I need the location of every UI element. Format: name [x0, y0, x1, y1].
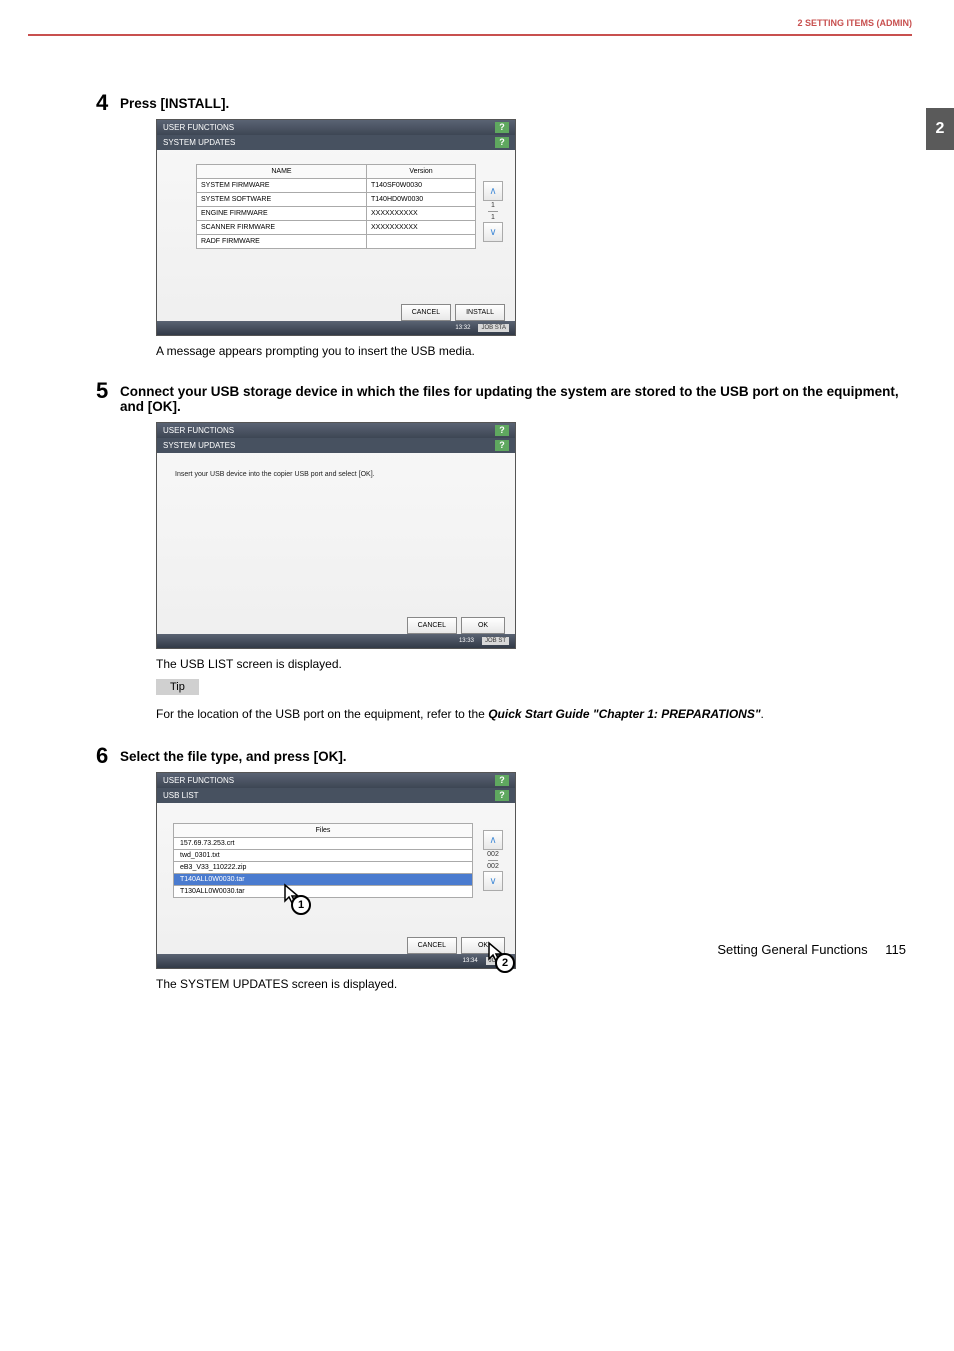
step-after-text: A message appears prompting you to inser…	[156, 344, 906, 358]
table-cell: RADF FIRMWARE	[197, 235, 367, 249]
screen-subtitle: SYSTEM UPDATES ?	[157, 135, 515, 150]
table-cell: SYSTEM FIRMWARE	[197, 179, 367, 193]
col-version: Version	[367, 165, 476, 179]
scroll-page: 1	[483, 202, 503, 209]
table-cell: ENGINE FIRMWARE	[197, 207, 367, 221]
table-cell: SYSTEM SOFTWARE	[197, 193, 367, 207]
tip-label: Tip	[156, 679, 199, 695]
screenshot-install: USER FUNCTIONS ? SYSTEM UPDATES ? NAME V…	[156, 119, 516, 336]
cancel-button[interactable]: CANCEL	[407, 617, 457, 634]
files-header: Files	[173, 823, 473, 838]
footer-time: 13:33	[459, 638, 474, 644]
help-icon[interactable]: ?	[495, 775, 509, 786]
cancel-button[interactable]: CANCEL	[401, 304, 451, 321]
step-title: Connect your USB storage device in which…	[120, 384, 906, 414]
subtitle-text: SYSTEM UPDATES	[163, 138, 235, 147]
scroll-page: 002	[483, 851, 503, 858]
ok-button[interactable]: OK	[461, 617, 505, 634]
scroll-bar: ∧ 002 002 ∨	[483, 829, 503, 892]
table-cell: T140SF0W0030	[367, 179, 476, 193]
window-title: USER FUNCTIONS	[163, 776, 234, 785]
window-titlebar: USER FUNCTIONS ?	[157, 773, 515, 788]
table-cell: T140HD0W0030	[367, 193, 476, 207]
step-after-text: The USB LIST screen is displayed.	[156, 657, 906, 671]
prompt-message: Insert your USB device into the copier U…	[167, 467, 505, 482]
page-header: 2 SETTING ITEMS (ADMIN)	[0, 0, 954, 34]
screen-footer: 13:33 JOB ST	[157, 634, 515, 648]
footer-page-number: 115	[885, 942, 906, 957]
file-row[interactable]: T130ALL0W0030.tar	[173, 886, 473, 898]
col-name: NAME	[197, 165, 367, 179]
screenshot-usb-prompt: USER FUNCTIONS ? SYSTEM UPDATES ? Insert…	[156, 422, 516, 649]
window-title: USER FUNCTIONS	[163, 123, 234, 132]
cancel-button[interactable]: CANCEL	[407, 937, 457, 954]
page-footer: Setting General Functions 115	[717, 942, 906, 957]
step-5: 5 Connect your USB storage device in whi…	[120, 384, 906, 723]
step-after-text: The SYSTEM UPDATES screen is displayed.	[156, 977, 906, 991]
scroll-up-icon[interactable]: ∧	[483, 830, 503, 850]
help-icon[interactable]: ?	[495, 122, 509, 133]
step-number: 5	[96, 378, 108, 404]
window-titlebar: USER FUNCTIONS ?	[157, 423, 515, 438]
step-4: 4 Press [INSTALL]. USER FUNCTIONS ? SYST…	[120, 96, 906, 358]
scroll-total: 002	[483, 863, 503, 870]
subtitle-text: USB LIST	[163, 791, 199, 800]
help-icon[interactable]: ?	[495, 137, 509, 148]
table-cell: SCANNER FIRMWARE	[197, 221, 367, 235]
screen-footer: 13:32 JOB STA	[157, 321, 515, 335]
scroll-down-icon[interactable]: ∨	[483, 222, 503, 242]
step-title: Press [INSTALL].	[120, 96, 906, 111]
footer-time: 13:32	[455, 325, 470, 331]
scroll-up-icon[interactable]: ∧	[483, 181, 503, 201]
file-row[interactable]: twd_0301.txt	[173, 850, 473, 862]
callout-badge-2: 2	[495, 953, 515, 973]
file-list: Files 157.69.73.253.crt twd_0301.txt eB3…	[173, 823, 473, 898]
help-icon[interactable]: ?	[495, 440, 509, 451]
footer-time: 13:34	[463, 958, 478, 964]
file-row[interactable]: eB3_V33_110222.zip	[173, 862, 473, 874]
help-icon[interactable]: ?	[495, 790, 509, 801]
step-title: Select the file type, and press [OK].	[120, 749, 906, 764]
help-icon[interactable]: ?	[495, 425, 509, 436]
table-cell: XXXXXXXXXX	[367, 221, 476, 235]
job-status-button[interactable]: JOB ST	[482, 637, 509, 645]
screenshot-usb-list: USER FUNCTIONS ? USB LIST ? Files 157.69…	[156, 772, 516, 969]
job-status-button[interactable]: JOB STA	[478, 324, 509, 332]
scroll-total: 1	[483, 214, 503, 221]
firmware-table: NAME Version SYSTEM FIRMWARET140SF0W0030…	[196, 164, 476, 249]
chapter-tab: 2	[926, 108, 954, 150]
screen-footer: 13:34 JOB S	[157, 954, 515, 968]
table-cell	[367, 235, 476, 249]
window-titlebar: USER FUNCTIONS ?	[157, 120, 515, 135]
table-cell: XXXXXXXXXX	[367, 207, 476, 221]
tip-box: Tip For the location of the USB port on …	[156, 679, 906, 723]
footer-section: Setting General Functions	[717, 942, 867, 957]
step-number: 6	[96, 743, 108, 769]
subtitle-text: SYSTEM UPDATES	[163, 441, 235, 450]
file-row-selected[interactable]: T140ALL0W0030.tar	[173, 874, 473, 886]
screen-subtitle: SYSTEM UPDATES ?	[157, 438, 515, 453]
window-title: USER FUNCTIONS	[163, 426, 234, 435]
tip-text: For the location of the USB port on the …	[156, 705, 906, 723]
scroll-down-icon[interactable]: ∨	[483, 871, 503, 891]
scroll-bar: ∧ 1 1 ∨	[483, 180, 503, 243]
install-button[interactable]: INSTALL	[455, 304, 505, 321]
file-row[interactable]: 157.69.73.253.crt	[173, 838, 473, 850]
callout-badge-1: 1	[291, 895, 311, 915]
step-number: 4	[96, 90, 108, 116]
screen-subtitle: USB LIST ?	[157, 788, 515, 803]
